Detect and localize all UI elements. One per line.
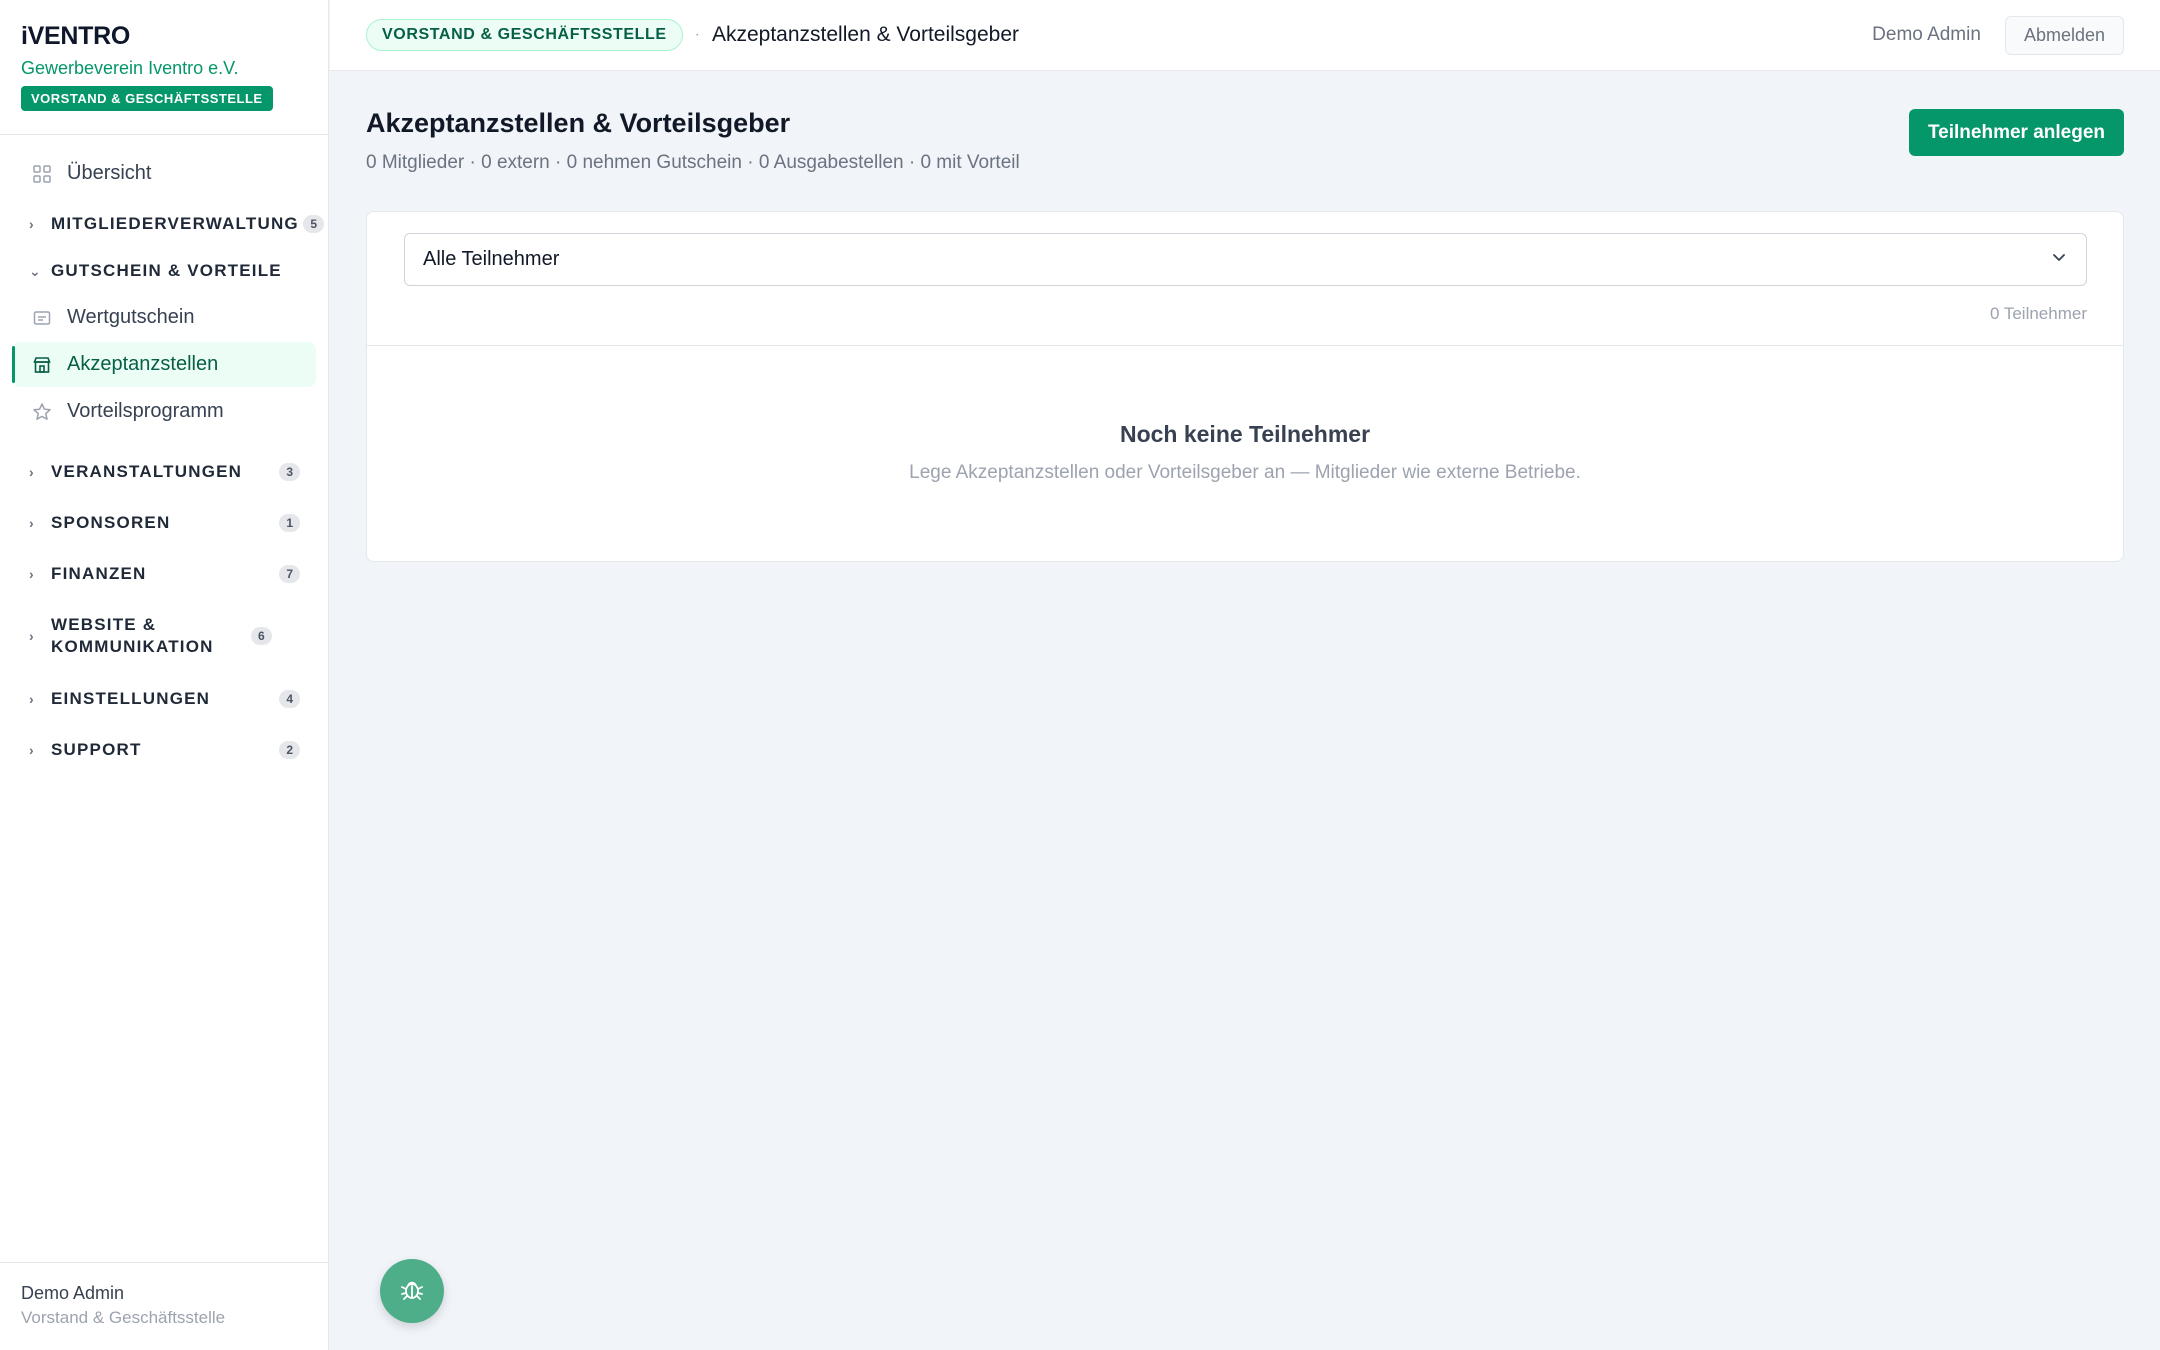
nav-group-finanzen[interactable]: › FINANZEN 7	[0, 548, 328, 599]
add-participant-button[interactable]: Teilnehmer anlegen	[1909, 109, 2124, 156]
sidebar-item-label: Übersicht	[67, 162, 152, 184]
count-badge: 7	[279, 564, 300, 583]
bug-icon	[398, 1275, 426, 1308]
empty-state-title: Noch keine Teilnehmer	[1119, 421, 1371, 447]
breadcrumb-title: Akzeptanzstellen & Vorteilsgeber	[711, 23, 1019, 46]
current-user: Demo Admin	[1872, 24, 1981, 45]
chevron-down-icon: ⌄	[29, 262, 42, 279]
chevron-right-icon: ›	[29, 741, 35, 758]
nav-group-label: SUPPORT	[51, 739, 142, 759]
count-badge: 2	[279, 740, 300, 759]
breadcrumb-separator: ·	[694, 26, 700, 43]
chevron-right-icon: ›	[29, 463, 35, 480]
page-summary: 0 Mitglieder · 0 extern · 0 nehmen Gutsc…	[366, 152, 1020, 173]
chevron-right-icon: ›	[29, 565, 35, 582]
nav-group-website-kommunikation[interactable]: › WEBSITE & KOMMUNIKATION 6	[0, 599, 328, 673]
page-title: Akzeptanzstellen & Vorteilsgeber	[366, 108, 791, 138]
brand-block: iVENTRO Gewerbeverein Iventro e.V. VORST…	[0, 0, 328, 135]
select-value: Alle Teilnehmer	[423, 248, 560, 270]
sidebar-user-footer: Demo Admin Vorstand & Geschäftsstelle	[0, 1262, 328, 1350]
page-header: Akzeptanzstellen & Vorteilsgeber 0 Mitgl…	[366, 71, 2124, 211]
store-icon	[31, 354, 53, 376]
nav-group-label: EINSTELLUNGEN	[51, 688, 211, 708]
nav-group-label: WEBSITE & KOMMUNIKATION	[51, 615, 214, 656]
count-badge: 1	[279, 513, 300, 532]
role-badge: VORSTAND & GESCHÄFTSSTELLE	[21, 86, 273, 111]
nav-group-mitgliederverwaltung[interactable]: › MITGLIEDERVERWALTUNG 5	[0, 198, 328, 249]
star-icon	[31, 401, 53, 423]
nav-group-label: VERANSTALTUNGEN	[51, 461, 243, 481]
nav-group-gutschein-vorteile[interactable]: ⌄ GUTSCHEIN & VORTEILE	[0, 249, 328, 293]
nav-group-label: FINANZEN	[51, 563, 147, 583]
nav-group-einstellungen[interactable]: › EINSTELLUNGEN 4	[0, 673, 328, 724]
empty-state-description: Lege Akzeptanzstellen oder Vorteilsgeber…	[909, 462, 1581, 483]
main-content: Akzeptanzstellen & Vorteilsgeber 0 Mitgl…	[366, 71, 2124, 562]
bug-report-button[interactable]	[380, 1259, 444, 1323]
participant-filter-select[interactable]: Alle Teilnehmer	[404, 233, 2087, 286]
app-logo[interactable]: iVENTRO	[21, 22, 307, 50]
sidebar-item-label: Wertgutschein	[67, 306, 195, 328]
sidebar-item-label: Vorteilsprogramm	[67, 400, 224, 422]
chevron-right-icon: ›	[29, 628, 35, 644]
participants-card: Alle Teilnehmer 0 Teilnehmer Noch keine …	[366, 211, 2124, 562]
role-pill: VORSTAND & GESCHÄFTSSTELLE	[366, 19, 683, 51]
sidebar-item-vorteilsprogramm[interactable]: Vorteilsprogramm	[12, 389, 316, 434]
count-badge: 3	[279, 462, 300, 481]
sidebar: iVENTRO Gewerbeverein Iventro e.V. VORST…	[0, 0, 329, 1350]
nav-group-label: GUTSCHEIN & VORTEILE	[51, 261, 282, 280]
sidebar-item-overview[interactable]: Übersicht	[12, 151, 316, 196]
nav-group-sponsoren[interactable]: › SPONSOREN 1	[0, 497, 328, 548]
count-badge: 5	[303, 214, 324, 233]
participant-count: 0 Teilnehmer	[1989, 304, 2087, 323]
sidebar-item-label: Akzeptanzstellen	[67, 353, 219, 375]
grid-icon	[31, 163, 53, 185]
divider	[367, 345, 2123, 346]
chevron-right-icon: ›	[29, 215, 35, 232]
sidebar-item-akzeptanzstellen[interactable]: Akzeptanzstellen	[12, 342, 316, 387]
nav-group-label: SPONSOREN	[51, 512, 171, 532]
nav-group-veranstaltungen[interactable]: › VERANSTALTUNGEN 3	[0, 446, 328, 497]
sidebar-nav: Übersicht › MITGLIEDERVERWALTUNG 5 ⌄ GUT…	[0, 135, 328, 775]
logout-button[interactable]: Abmelden	[2004, 15, 2124, 55]
chevron-right-icon: ›	[29, 690, 35, 707]
sidebar-item-wertgutschein[interactable]: Wertgutschein	[12, 295, 316, 340]
organization-name: Gewerbeverein Iventro e.V.	[21, 58, 239, 78]
chevron-right-icon: ›	[29, 514, 35, 531]
count-badge: 6	[251, 627, 272, 645]
user-name: Demo Admin	[21, 1283, 125, 1303]
nav-group-label: MITGLIEDERVERWALTUNG	[51, 213, 299, 233]
user-role: Vorstand & Geschäftsstelle	[21, 1308, 226, 1327]
count-badge: 4	[279, 689, 300, 708]
chevron-down-icon	[2050, 248, 2068, 272]
topbar: VORSTAND & GESCHÄFTSSTELLE · Akzeptanzst…	[330, 0, 2160, 71]
voucher-icon	[31, 307, 53, 329]
nav-group-support[interactable]: › SUPPORT 2	[0, 724, 328, 775]
